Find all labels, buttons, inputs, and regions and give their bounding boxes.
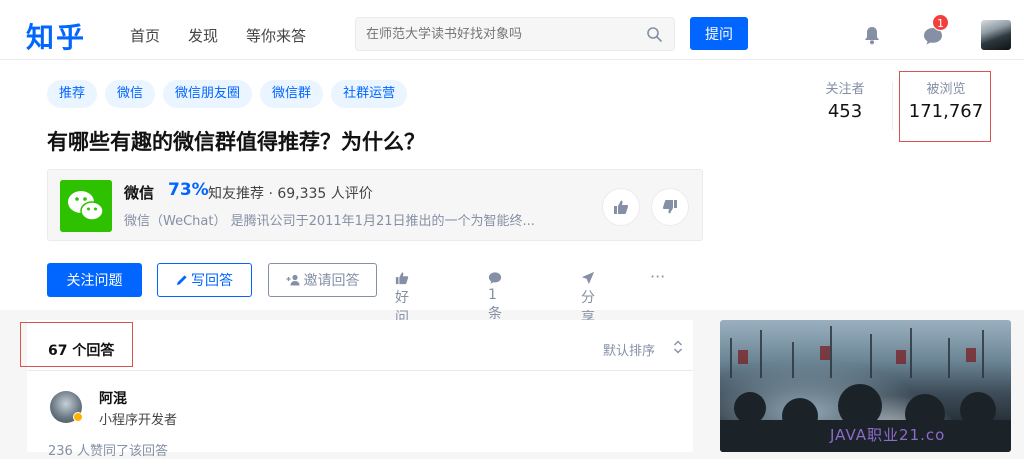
topic-card[interactable]: 微信 73% 知友推荐 · 69,335 人评价 微信（WeChat） 是腾讯公… — [47, 169, 703, 241]
followers-stat[interactable]: 关注者 453 — [818, 78, 872, 122]
invite-answer-label: 邀请回答 — [303, 273, 360, 289]
topic-recommend-text: 知友推荐 · 69,335 人评价 — [208, 186, 373, 202]
topic-downvote-button[interactable] — [651, 188, 689, 226]
topic-recommend-percent: 73% — [168, 180, 209, 200]
annotation-box-views — [899, 71, 991, 142]
topic-name: 微信 — [124, 184, 155, 202]
topic-tags: 推荐 微信 微信朋友圈 微信群 社群运营 — [47, 80, 408, 108]
top-strip — [0, 0, 1024, 10]
app-header: 知乎 首页 发现 等你来答 提问 1 — [0, 10, 1024, 60]
tag-item[interactable]: 微信朋友圈 — [163, 80, 253, 108]
nav-home[interactable]: 首页 — [130, 25, 160, 46]
zhihu-logo[interactable]: 知乎 — [26, 16, 86, 56]
sort-chevron-icon[interactable] — [673, 339, 683, 355]
pencil-icon — [177, 275, 187, 285]
write-answer-button[interactable]: 写回答 — [157, 263, 252, 297]
annotation-box-answers — [20, 322, 133, 367]
followers-label: 关注者 — [825, 82, 865, 97]
nav-discover[interactable]: 发现 — [188, 25, 218, 46]
author-name[interactable]: 阿混 — [99, 388, 127, 408]
notification-bell-icon[interactable] — [862, 25, 882, 45]
thumbs-down-icon — [662, 200, 677, 214]
ask-question-button[interactable]: 提问 — [690, 17, 748, 50]
share-button[interactable]: 分享 — [581, 271, 598, 327]
thumbs-up-icon — [395, 272, 409, 285]
main-nav: 首页 发现 等你来答 — [130, 25, 306, 46]
write-answer-label: 写回答 — [191, 273, 233, 289]
wechat-logo-icon — [60, 180, 112, 232]
comment-icon — [488, 272, 502, 284]
share-icon — [581, 271, 595, 285]
tag-item[interactable]: 社群运营 — [331, 80, 408, 108]
follow-question-button[interactable]: 关注问题 — [47, 263, 142, 297]
watermark-text: JAVA职业21.co — [830, 426, 946, 444]
nav-waiting-answers[interactable]: 等你来答 — [246, 25, 306, 46]
search-box — [355, 17, 675, 51]
topic-upvote-button[interactable] — [602, 188, 640, 226]
invite-answer-button[interactable]: 邀请回答 — [268, 263, 377, 297]
stats-divider — [892, 82, 893, 130]
user-avatar[interactable] — [981, 20, 1011, 50]
more-options-button[interactable]: ··· — [650, 267, 665, 286]
topic-description: 微信（WeChat） 是腾讯公司于2011年1月21日推出的一个为智能终... — [124, 214, 535, 229]
question-header: 推荐 微信 微信朋友圈 微信群 社群运营 有哪些有趣的微信群值得推荐？为什么？ … — [0, 60, 1024, 363]
invite-user-icon — [286, 274, 299, 286]
tag-item[interactable]: 推荐 — [47, 80, 98, 108]
followers-count: 453 — [827, 101, 863, 122]
thumbs-up-icon — [614, 200, 629, 214]
author-bio: 小程序开发者 — [99, 413, 178, 428]
answer-voters: 236 人赞同了该回答 — [48, 444, 168, 459]
author-badge-icon — [73, 412, 83, 422]
tag-item[interactable]: 微信 — [105, 80, 156, 108]
answers-divider — [27, 370, 693, 371]
question-title: 有哪些有趣的微信群值得推荐？为什么？ — [47, 130, 425, 154]
search-input[interactable] — [366, 18, 636, 50]
tag-item[interactable]: 微信群 — [260, 80, 324, 108]
message-count-badge: 1 — [932, 14, 949, 31]
search-icon[interactable] — [646, 26, 662, 42]
sort-selector[interactable]: 默认排序 — [603, 340, 655, 359]
